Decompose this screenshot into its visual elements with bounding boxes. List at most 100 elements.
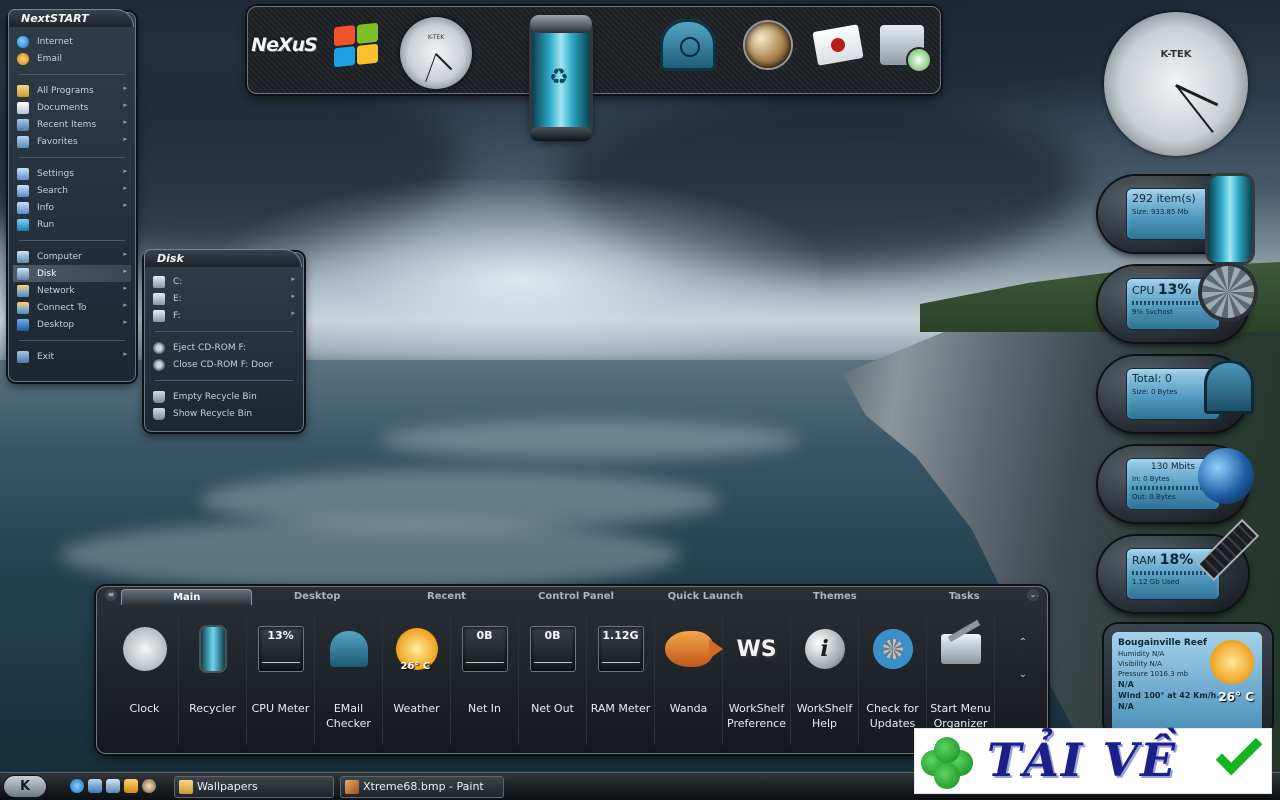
nexus-dock-item[interactable]: NeXuS [251, 13, 318, 77]
tab-quick-launch[interactable]: Quick Launch [641, 589, 770, 605]
desktop-clock-gadget[interactable]: K-TEK [1104, 12, 1248, 156]
internet-explorer-icon[interactable] [70, 779, 84, 793]
menu-item-desktop[interactable]: Desktop ▸ [13, 316, 131, 333]
submenu-arrow-icon: ▸ [123, 184, 127, 192]
menu-item-label: Disk [37, 268, 57, 279]
submenu-arrow-icon: ▸ [123, 84, 127, 92]
cpu-meter-value: 13% [267, 629, 294, 642]
cpu-meter-gadget[interactable]: CPU 13% 9% Svchost [1098, 266, 1254, 342]
window-switch-icon[interactable] [106, 779, 120, 793]
disk-drive-c[interactable]: C: ▸ [149, 273, 299, 290]
network-meter-gadget[interactable]: 130 Mbits In: 0 Bytes Out: 0 Bytes [1098, 446, 1254, 522]
taskbar-item-wallpapers[interactable]: Wallpapers [174, 776, 334, 798]
menu-item-email[interactable]: Email [13, 50, 131, 67]
menu-item-computer[interactable]: Computer ▸ [13, 248, 131, 265]
cpu-meter-icon: 13% [257, 626, 304, 672]
eject-cdrom[interactable]: Eject CD-ROM F: [149, 339, 299, 356]
recycle-bin-dock-item[interactable]: ♻ [530, 15, 592, 141]
start-button[interactable]: K [4, 776, 46, 797]
tab-recent[interactable]: Recent [382, 589, 511, 605]
internet-dock-item[interactable] [736, 13, 800, 77]
weather-gadget[interactable]: Bougainville Reef Humidity N/A Visibilit… [1104, 624, 1272, 736]
menu-item-label: C: [173, 276, 183, 287]
tab-menu-button[interactable]: ≡ [105, 589, 117, 601]
menu-separator [155, 380, 293, 381]
mailbox-icon [660, 19, 716, 71]
scroll-down-icon[interactable]: ⌄ [1017, 659, 1029, 691]
disk-drive-f[interactable]: F: ▸ [149, 307, 299, 324]
ram-meter-gadget[interactable]: RAM 18% 1.12 Gb Used [1098, 521, 1257, 612]
menu-item-documents[interactable]: Documents ▸ [13, 99, 131, 116]
shelf-item-recycler[interactable]: Recycler [179, 613, 247, 745]
email-checker-dock-item[interactable] [656, 13, 720, 77]
shelf-item-ram-meter[interactable]: 1.12G RAM Meter [587, 613, 655, 745]
clock-icon [122, 627, 167, 671]
tab-main[interactable]: Main [121, 589, 253, 605]
shelf-item-label: Check for Updates [866, 702, 919, 730]
recycler-gadget[interactable]: 292 item(s) Size: 933.85 Mb [1098, 176, 1252, 262]
mail-dock-item[interactable] [806, 13, 870, 77]
menu-item-run[interactable]: Run [13, 216, 131, 233]
menu-item-search[interactable]: Search ▸ [13, 182, 131, 199]
gear-icon [872, 629, 913, 669]
menu-item-favorites[interactable]: Favorites ▸ [13, 133, 131, 150]
menu-item-network[interactable]: Network ▸ [13, 282, 131, 299]
tab-desktop[interactable]: Desktop [252, 589, 381, 605]
empty-recycle-bin[interactable]: Empty Recycle Bin [149, 388, 299, 405]
clock-hour-hand [435, 53, 453, 71]
eject-icon [153, 341, 165, 354]
favorites-icon [17, 135, 29, 148]
shelf-item-label: Start Menu Organizer [930, 702, 991, 730]
menu-item-label: Run [37, 219, 55, 230]
menu-item-all-programs[interactable]: All Programs ▸ [13, 82, 131, 99]
close-cdrom-door[interactable]: Close CD-ROM F: Door [149, 356, 299, 373]
menu-item-info[interactable]: Info ▸ [13, 199, 131, 216]
shelf-item-workshelf-help[interactable]: i WorkShelf Help [791, 613, 859, 745]
clock-dock-item[interactable]: K-TEK [398, 15, 474, 91]
net-out-value: 0B [544, 629, 561, 642]
menu-item-exit[interactable]: Exit ▸ [13, 348, 131, 365]
menu-item-connect-to[interactable]: Connect To ▸ [13, 299, 131, 316]
submenu-arrow-icon: ▸ [123, 284, 127, 292]
submenu-arrow-icon: ▸ [123, 118, 127, 126]
menu-item-recent-items[interactable]: Recent Items ▸ [13, 116, 131, 133]
shelf-item-net-in[interactable]: 0B Net In [451, 613, 519, 745]
menu-item-label: Favorites [37, 136, 78, 147]
show-recycle-bin[interactable]: Show Recycle Bin [149, 405, 299, 422]
monitor-dock-item[interactable] [870, 13, 934, 77]
shelf-item-wanda[interactable]: Wanda [655, 613, 723, 745]
menu-item-label: F: [173, 310, 181, 321]
shelf-item-net-out[interactable]: 0B Net Out [519, 613, 587, 745]
media-player-icon[interactable] [124, 779, 138, 793]
shelf-item-check-updates[interactable]: Check for Updates [859, 613, 927, 745]
shelf-item-email-checker[interactable]: EMail Checker [315, 613, 383, 745]
menu-item-settings[interactable]: Settings ▸ [13, 165, 131, 182]
tab-themes[interactable]: Themes [770, 589, 899, 605]
disk-drive-e[interactable]: E: ▸ [149, 290, 299, 307]
tab-control-panel[interactable]: Control Panel [511, 589, 640, 605]
menu-item-disk[interactable]: Disk ▸ [13, 265, 131, 282]
shelf-item-weather[interactable]: 26° C Weather [383, 613, 451, 745]
taskbar-item-paint[interactable]: Xtreme68.bmp - Paint [340, 776, 504, 798]
show-desktop-icon[interactable] [88, 779, 102, 793]
windows-dock-item[interactable] [324, 13, 388, 77]
workshelf-tabs: Main Desktop Recent Control Panel Quick Laun… [121, 589, 1029, 605]
analog-clock-icon: K-TEK [400, 17, 472, 89]
menu-item-internet[interactable]: Internet [13, 33, 131, 50]
menu-item-label: Email [37, 53, 62, 64]
shelf-item-start-menu-organizer[interactable]: Start Menu Organizer [927, 613, 995, 745]
task-label: Xtreme68.bmp - Paint [363, 780, 484, 793]
hard-drive-icon [153, 275, 165, 288]
ram-label: RAM [1132, 554, 1157, 567]
shelf-item-cpu-meter[interactable]: 13% CPU Meter [247, 613, 315, 745]
shelf-item-workshelf-preference[interactable]: WS WorkShelf Preference [723, 613, 791, 745]
submenu-arrow-icon: ▸ [123, 350, 127, 358]
tab-tasks[interactable]: Tasks [900, 589, 1029, 605]
email-checker-gadget[interactable]: Total: 0 Size: 0 Bytes [1098, 356, 1254, 432]
cd-close-icon [153, 358, 165, 371]
recycle-bin-icon [153, 390, 165, 403]
scroll-up-icon[interactable]: ⌃ [1017, 627, 1029, 659]
browser-icon[interactable] [142, 779, 156, 793]
shelf-item-clock[interactable]: Clock [111, 613, 179, 745]
tab-expand-button[interactable]: ⌄ [1027, 589, 1039, 601]
